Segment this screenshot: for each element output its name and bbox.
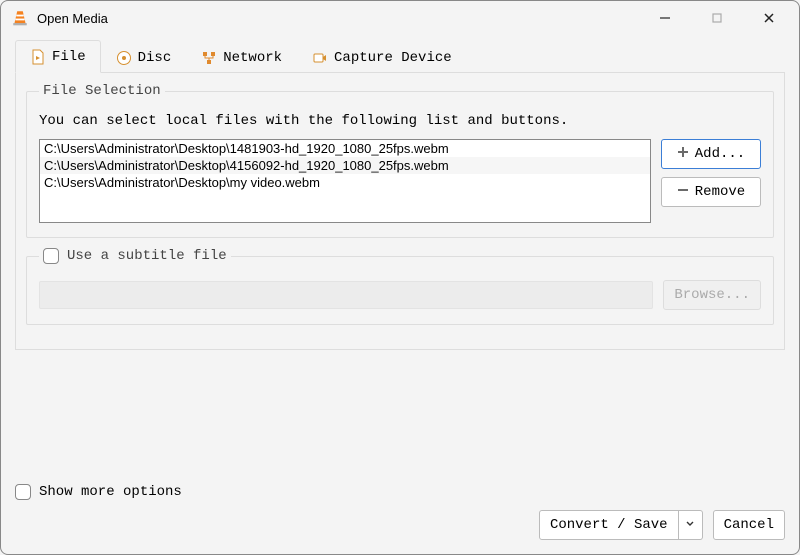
browse-button-label: Browse... (674, 287, 750, 303)
tab-file-label: File (52, 49, 86, 65)
tab-file[interactable]: File (15, 40, 101, 73)
chevron-down-icon (686, 517, 694, 533)
dialog-footer: Show more options Convert / Save Cancel (1, 476, 799, 554)
open-media-dialog: Open Media File (0, 0, 800, 555)
tab-network-label: Network (223, 50, 282, 66)
minimize-button[interactable] (643, 4, 687, 32)
close-button[interactable] (747, 4, 791, 32)
tab-capture[interactable]: Capture Device (297, 40, 467, 73)
cancel-button[interactable]: Cancel (713, 510, 785, 540)
capture-device-icon (312, 50, 328, 66)
add-button[interactable]: Add... (661, 139, 761, 169)
window-title: Open Media (37, 11, 643, 26)
file-selection-legend: File Selection (39, 83, 165, 99)
minus-icon (677, 184, 689, 201)
list-item[interactable]: C:\Users\Administrator\Desktop\4156092-h… (40, 157, 650, 174)
vlc-app-icon (11, 9, 29, 27)
add-button-label: Add... (695, 146, 745, 162)
convert-save-label: Convert / Save (550, 517, 668, 533)
subtitle-checkbox[interactable] (43, 248, 59, 264)
show-more-label: Show more options (39, 484, 182, 500)
file-list[interactable]: C:\Users\Administrator\Desktop\1481903-h… (39, 139, 651, 223)
plus-icon (677, 146, 689, 163)
tab-capture-label: Capture Device (334, 50, 452, 66)
subtitle-checkbox-label: Use a subtitle file (67, 248, 227, 264)
remove-button[interactable]: Remove (661, 177, 761, 207)
file-selection-group: File Selection You can select local file… (26, 83, 774, 238)
file-selection-help: You can select local files with the foll… (39, 113, 761, 129)
convert-save-dropdown[interactable] (679, 510, 703, 540)
list-item[interactable]: C:\Users\Administrator\Desktop\1481903-h… (40, 140, 650, 157)
network-icon (201, 50, 217, 66)
show-more-checkbox[interactable] (15, 484, 31, 500)
title-bar: Open Media (1, 1, 799, 35)
window-controls (643, 4, 791, 32)
subtitle-group: Use a subtitle file Browse... (26, 248, 774, 325)
tab-bar: File Disc Network Capture Device (15, 39, 785, 73)
list-item[interactable]: C:\Users\Administrator\Desktop\my video.… (40, 174, 650, 191)
file-icon (30, 49, 46, 65)
disc-icon (116, 50, 132, 66)
convert-save-button[interactable]: Convert / Save (539, 510, 679, 540)
file-panel: File Selection You can select local file… (15, 73, 785, 350)
tab-network[interactable]: Network (186, 40, 297, 73)
convert-save-split-button: Convert / Save (539, 510, 703, 540)
remove-button-label: Remove (695, 184, 745, 200)
browse-button: Browse... (663, 280, 761, 310)
maximize-button[interactable] (695, 4, 739, 32)
dialog-content: File Disc Network Capture Device (1, 35, 799, 476)
cancel-button-label: Cancel (724, 517, 774, 533)
tab-disc[interactable]: Disc (101, 40, 187, 73)
tab-disc-label: Disc (138, 50, 172, 66)
subtitle-path-input (39, 281, 653, 309)
